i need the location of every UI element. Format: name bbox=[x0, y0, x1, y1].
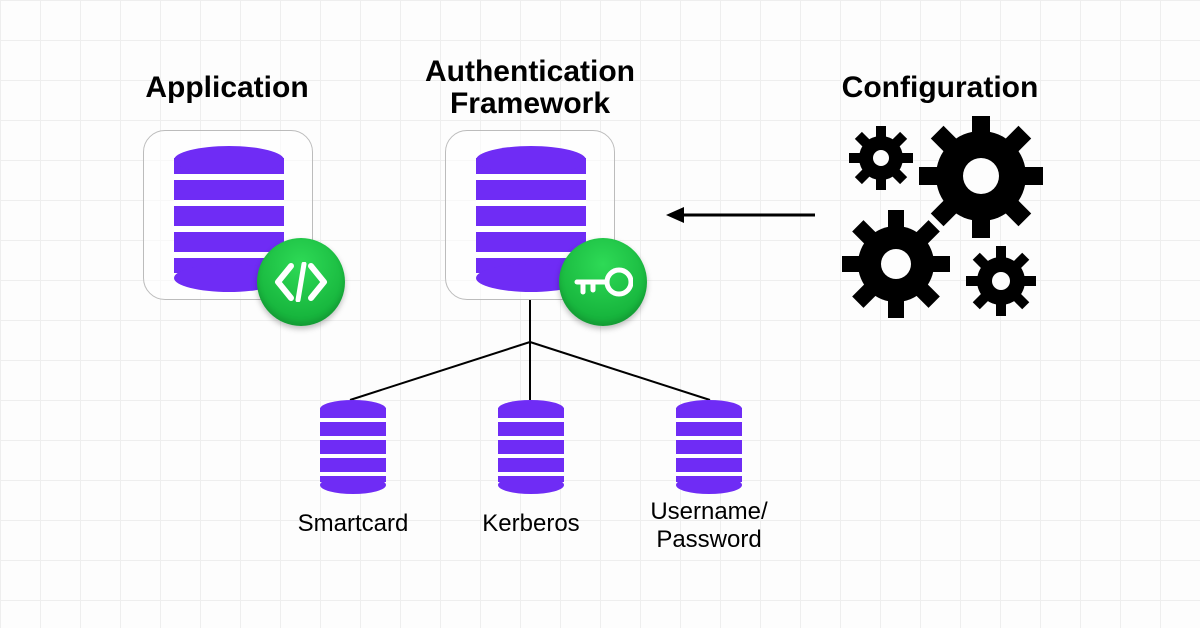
database-icon bbox=[676, 400, 742, 492]
configuration-title: Configuration bbox=[810, 72, 1070, 104]
framework-title: Authentication Framework bbox=[395, 56, 665, 121]
gears-icon bbox=[836, 116, 1076, 326]
code-icon bbox=[274, 262, 328, 302]
arrow-config-to-framework bbox=[660, 200, 820, 230]
kerberos-label: Kerberos bbox=[456, 510, 606, 538]
database-icon bbox=[498, 400, 564, 492]
database-icon bbox=[320, 400, 386, 492]
key-icon bbox=[573, 266, 633, 298]
smartcard-label: Smartcard bbox=[278, 510, 428, 538]
application-title: Application bbox=[127, 72, 327, 104]
tree-connector bbox=[290, 300, 770, 410]
userpass-label: Username/ Password bbox=[624, 498, 794, 553]
